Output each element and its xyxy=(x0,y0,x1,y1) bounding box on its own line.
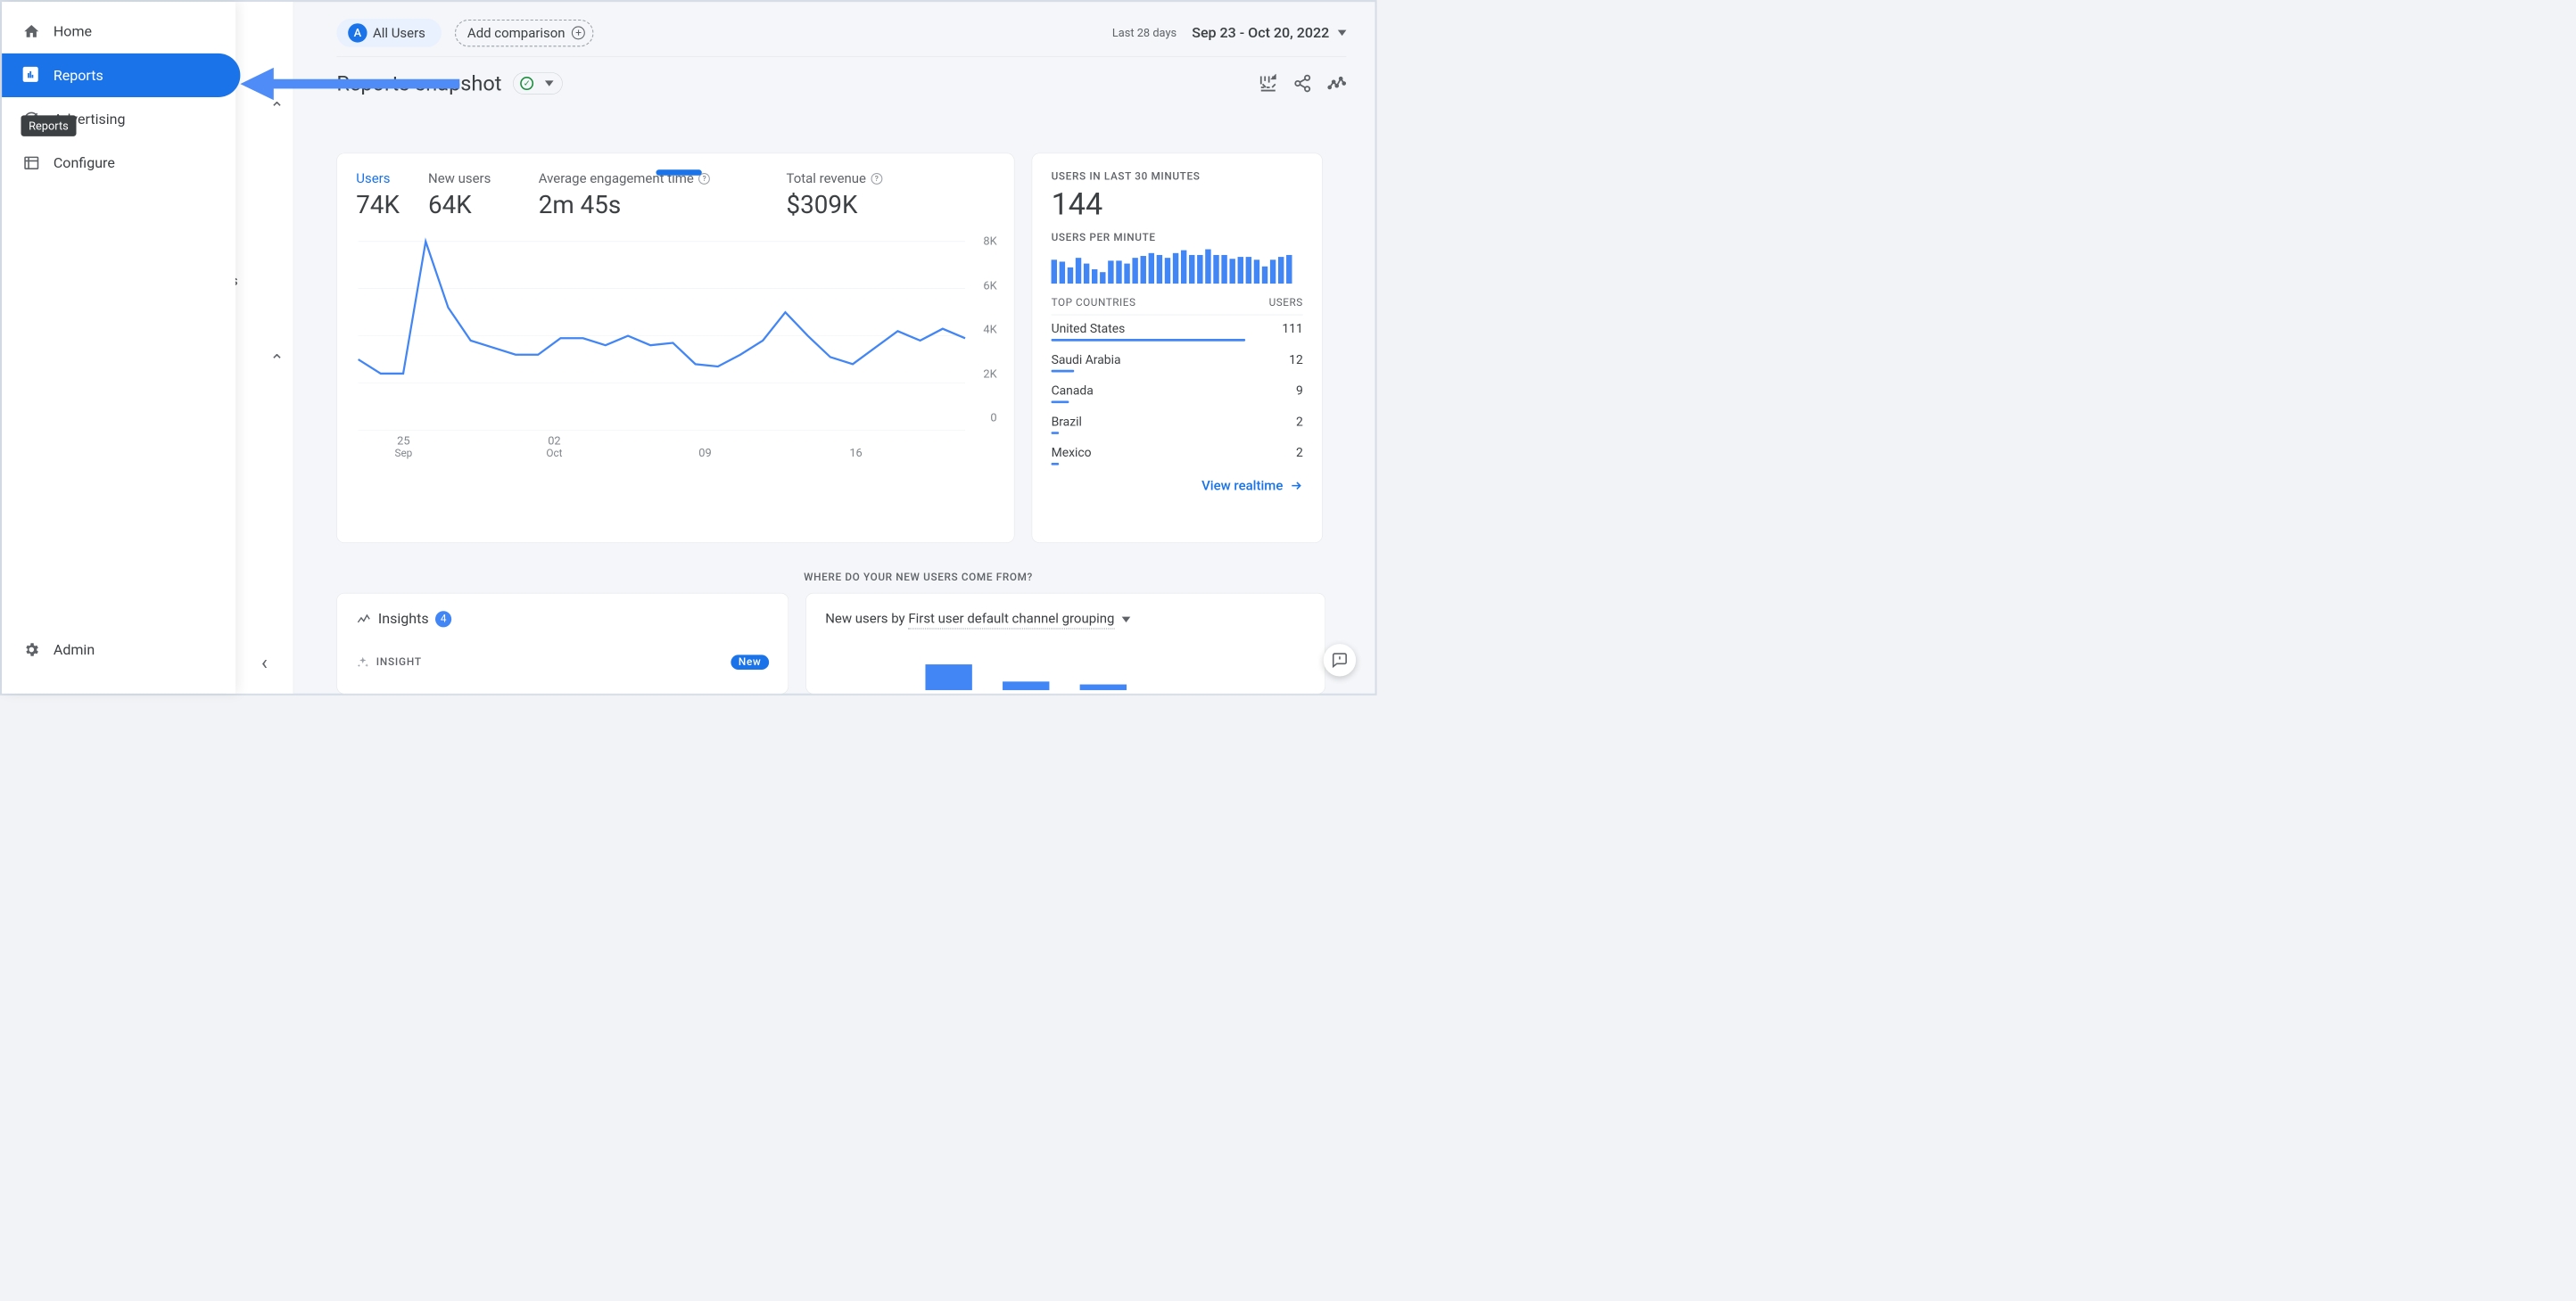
chevron-down-icon xyxy=(1121,616,1130,622)
secondary-back[interactable]: ‹ xyxy=(261,650,268,675)
metric-label: Users xyxy=(356,170,400,186)
x-tick: 16 xyxy=(839,446,872,459)
chevron-down-icon xyxy=(1338,30,1347,36)
segment-label: All Users xyxy=(373,25,430,41)
realtime-title: USERS IN LAST 30 MINUTES xyxy=(1052,170,1303,182)
y-tick: 8K xyxy=(983,235,996,248)
users-chart-card: Users 74K New users 64K Average engagement… xyxy=(336,153,1014,543)
share-icon[interactable] xyxy=(1293,74,1312,93)
users-per-minute-sparkline xyxy=(1052,250,1303,284)
segment-pill[interactable]: A All Users xyxy=(336,19,442,47)
check-circle-icon: ✓ xyxy=(520,77,533,90)
nav-label: Home xyxy=(54,23,92,40)
reports-tooltip: Reports xyxy=(21,115,77,136)
channels-lead: New users xyxy=(825,611,888,627)
annotation-arrow xyxy=(240,69,459,99)
nav-label: Reports xyxy=(54,67,103,84)
users-col-label: USERS xyxy=(1269,297,1303,309)
channels-dimension-picker[interactable]: New users by First user default channel … xyxy=(825,611,1306,627)
y-tick: 6K xyxy=(983,278,996,292)
gear-icon xyxy=(23,641,40,658)
y-tick: 0 xyxy=(990,411,996,424)
secondary-collapse-mid[interactable]: ⌄ xyxy=(270,350,285,369)
sparkle-icon xyxy=(356,655,369,669)
y-tick: 2K xyxy=(983,366,996,380)
active-metric-indicator xyxy=(656,169,701,175)
nav-admin[interactable]: Admin xyxy=(2,628,116,671)
metric-label: Total revenue ? xyxy=(787,170,883,186)
section-question: WHERE DO YOUR NEW USERS COME FROM? xyxy=(804,572,1346,583)
date-range-prefix: Last 28 days xyxy=(1112,26,1177,39)
new-badge: New xyxy=(731,655,769,670)
metric-value: 74K xyxy=(356,190,400,219)
country-row: Canada9 xyxy=(1052,377,1303,401)
channels-dim: First user default channel grouping xyxy=(908,611,1114,630)
secondary-collapse-top[interactable]: ⌄ xyxy=(270,97,285,117)
view-realtime-label: View realtime xyxy=(1201,478,1283,494)
realtime-card: USERS IN LAST 30 MINUTES 144 USERS PER M… xyxy=(1032,153,1323,543)
add-comparison-button[interactable]: Add comparison + xyxy=(455,20,594,46)
country-row: Saudi Arabia12 xyxy=(1052,346,1303,370)
nav-configure[interactable]: Configure xyxy=(2,141,235,185)
chevron-down-icon xyxy=(545,80,554,86)
reports-icon xyxy=(23,67,40,84)
date-range-picker[interactable]: Sep 23 - Oct 20, 2022 xyxy=(1192,25,1346,42)
users-line-chart[interactable]: 8K 6K 4K 2K 0 25Sep 02Oct 09 16 xyxy=(353,236,995,456)
insights-title: Insights xyxy=(378,611,429,628)
main-sidebar: Home Reports Advertising Configure xyxy=(2,2,235,694)
nav-home[interactable]: Home xyxy=(2,10,235,54)
x-tick: 02Oct xyxy=(538,434,571,459)
plus-icon: + xyxy=(572,26,585,39)
y-tick: 4K xyxy=(983,323,996,336)
x-tick: 09 xyxy=(689,446,722,459)
home-icon xyxy=(23,23,40,40)
metric-value: 64K xyxy=(428,190,491,219)
nav-reports[interactable]: Reports xyxy=(2,54,240,97)
nav-label: Configure xyxy=(54,154,115,171)
arrow-right-icon xyxy=(1290,479,1303,492)
nav-label: Admin xyxy=(54,641,95,658)
status-chip[interactable]: ✓ xyxy=(513,72,563,95)
insights-spark-icon[interactable] xyxy=(1327,74,1346,93)
insights-card: Insights 4 INSIGHT New xyxy=(336,593,788,694)
metric-label: New users xyxy=(428,170,491,186)
add-comparison-label: Add comparison xyxy=(467,25,566,41)
metric-users[interactable]: Users 74K xyxy=(356,170,400,219)
x-tick: 25Sep xyxy=(387,434,420,459)
per-minute-label: USERS PER MINUTE xyxy=(1052,232,1303,243)
help-icon[interactable]: ? xyxy=(871,173,882,185)
metric-average-engagement-time[interactable]: Average engagement time ?2m 45s xyxy=(539,170,710,219)
realtime-value: 144 xyxy=(1052,186,1303,222)
channels-card: New users by First user default channel … xyxy=(805,593,1325,694)
insights-count-badge: 4 xyxy=(435,611,451,627)
view-realtime-link[interactable]: View realtime xyxy=(1052,478,1303,494)
insight-sub-label: INSIGHT xyxy=(376,656,422,668)
channels-bar-preview xyxy=(925,664,1306,690)
metric-total-revenue[interactable]: Total revenue ? $309K xyxy=(787,170,883,219)
customize-icon[interactable] xyxy=(1259,74,1277,93)
feedback-fab[interactable] xyxy=(1324,644,1356,676)
date-range-text: Sep 23 - Oct 20, 2022 xyxy=(1192,25,1329,42)
metric-value: $309K xyxy=(787,190,883,219)
insights-spark-icon xyxy=(356,611,371,626)
top-countries-label: TOP COUNTRIES xyxy=(1052,297,1136,309)
metric-value: 2m 45s xyxy=(539,190,710,219)
country-row: Mexico2 xyxy=(1052,439,1303,463)
segment-badge: A xyxy=(348,23,367,42)
configure-icon xyxy=(23,154,40,171)
country-row: United States111 xyxy=(1052,315,1303,339)
divider xyxy=(336,56,1346,57)
country-row: Brazil2 xyxy=(1052,408,1303,432)
metric-new-users[interactable]: New users 64K xyxy=(428,170,491,219)
